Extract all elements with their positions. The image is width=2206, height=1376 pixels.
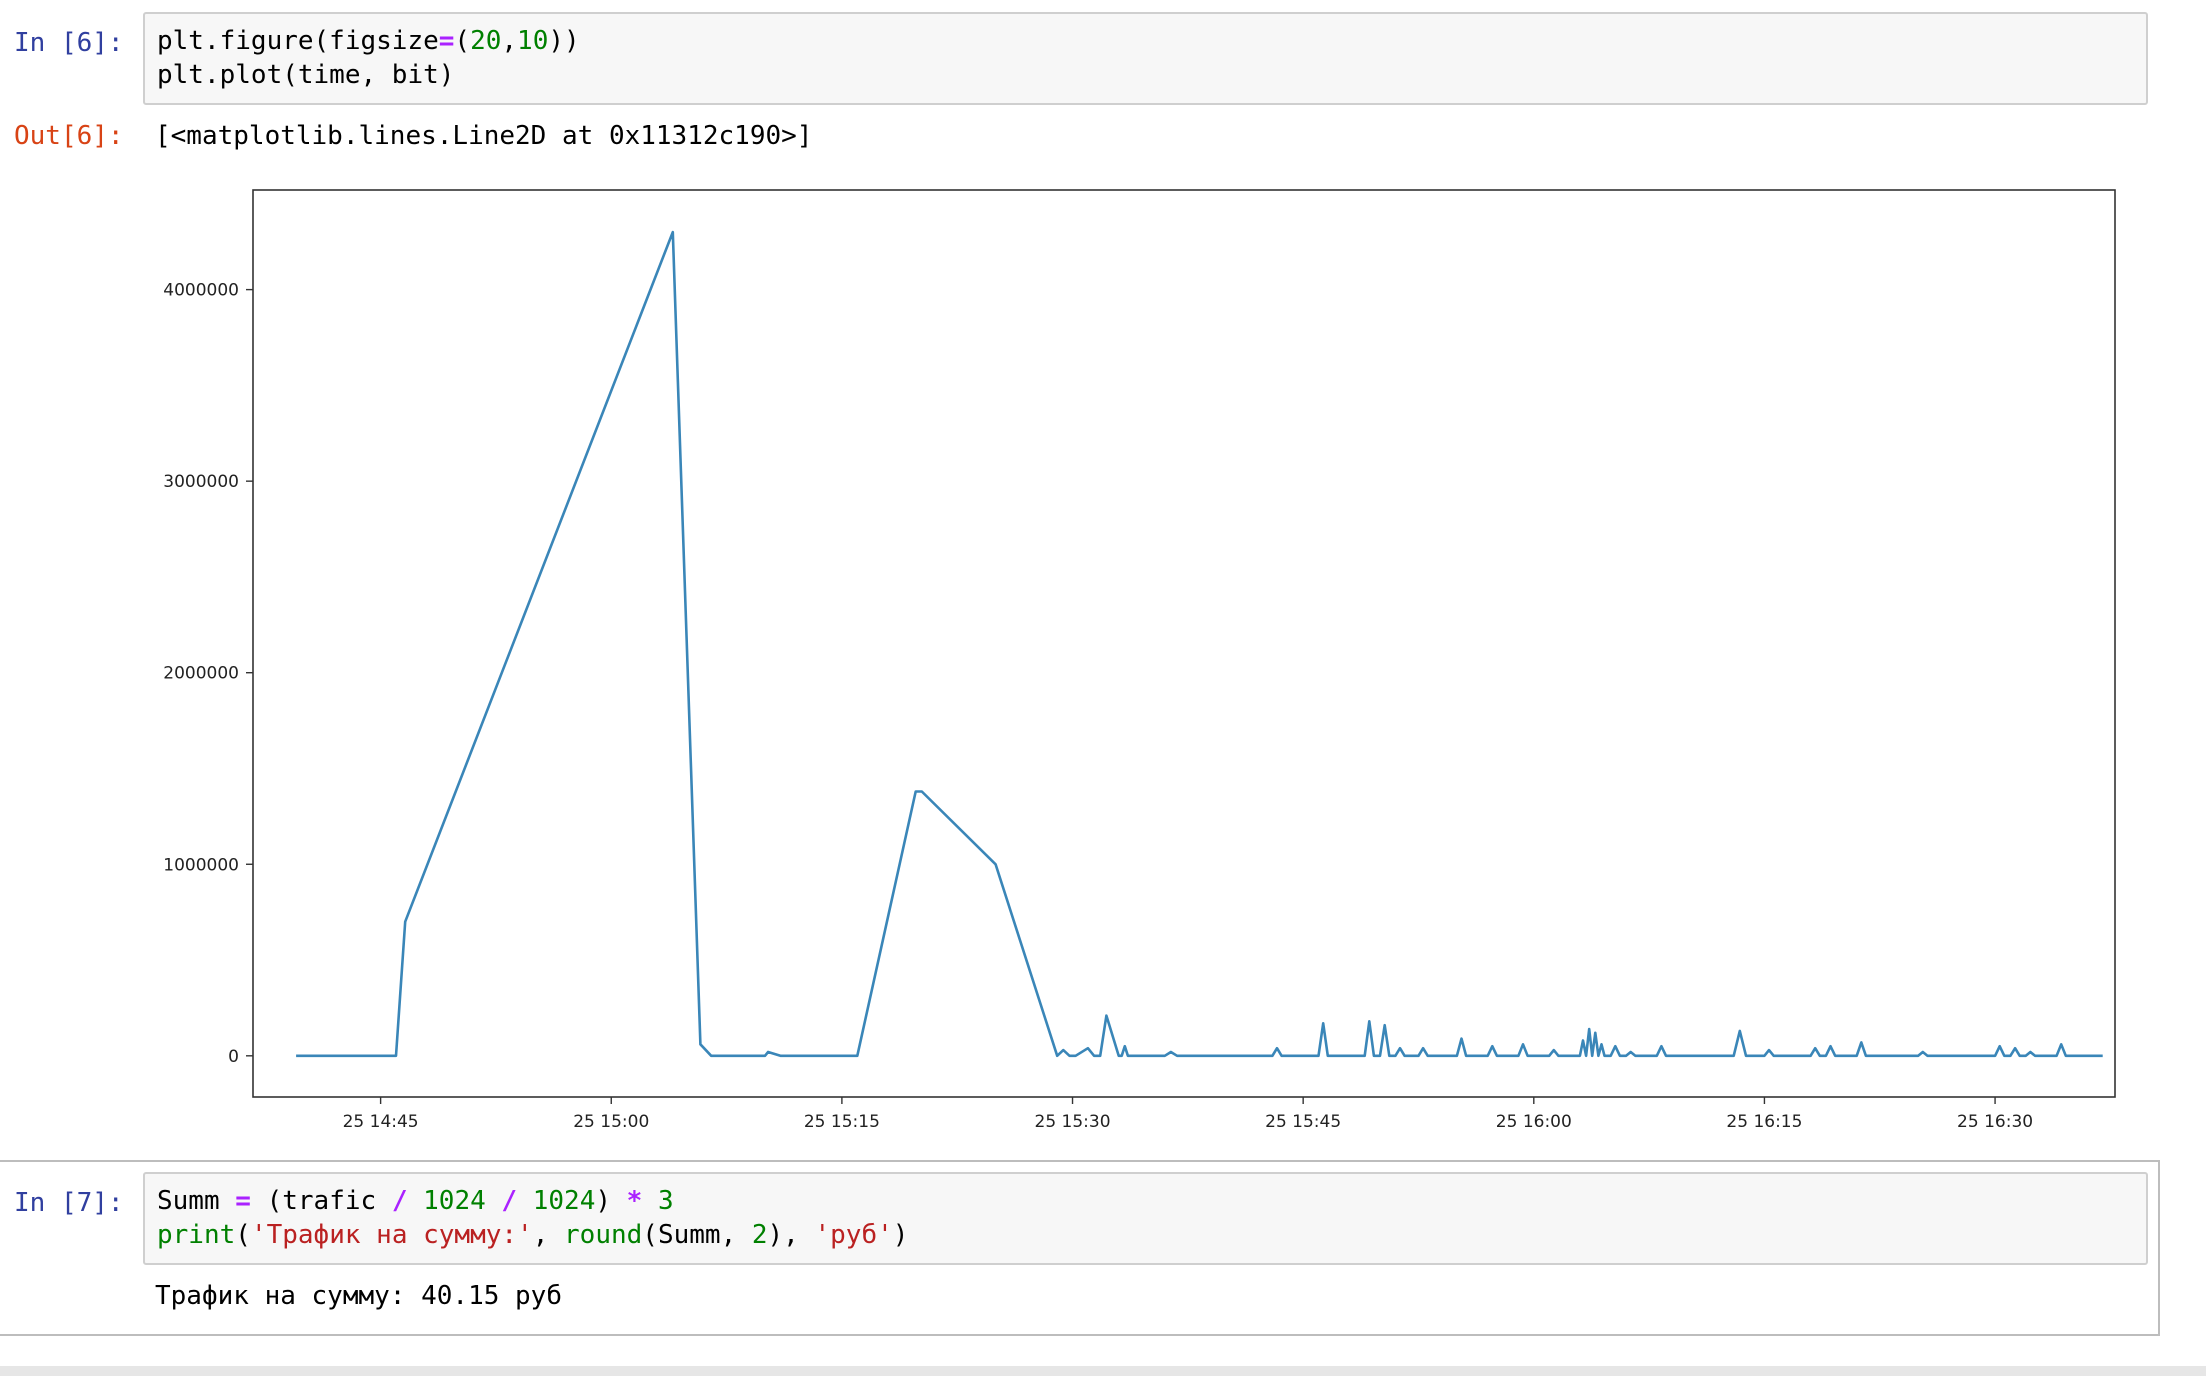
code-token: ) [892,1220,909,1250]
code-token: (trafic [250,1186,392,1216]
x-tick-label: 25 15:30 [1035,1112,1111,1132]
code-token: , [532,1220,565,1250]
line-chart: 0 1000000 2000000 3000000 4000000 25 14:45 25 … [163,189,2116,1132]
code-token: ), [767,1220,815,1250]
code-token: * [626,1186,643,1216]
plot-frame [252,189,2116,1098]
code-token: ( [235,1220,251,1250]
notebook-bottom-bar [0,1366,2206,1376]
code-token: print [157,1220,236,1250]
code-line-1: Summ = (trafic / 1024 / 1024) * 3 [157,1184,2134,1218]
code-token: (Summ, [642,1220,752,1250]
x-tick-label: 25 15:15 [804,1112,880,1132]
y-tick-label: 1000000 [163,855,239,875]
code-token: 2 [751,1220,768,1250]
x-tick-label: 25 16:00 [1496,1112,1572,1132]
code-token: 3 [657,1186,674,1216]
x-tick-label: 25 16:30 [1957,1112,2033,1132]
code-token: 'Трафик на сумму:' [250,1220,533,1250]
data-series-line [296,230,2103,1058]
code-token: ) [595,1186,627,1216]
y-tick-label: 3000000 [163,472,239,492]
y-tick-label: 4000000 [163,281,239,301]
code-token: 1024 [532,1186,596,1216]
code-token: / [391,1186,408,1216]
code-line-2: print('Трафик на сумму:', round(Summ, 2)… [157,1218,2134,1252]
print-output-7: Трафик на сумму: 40.15 руб [155,1281,562,1311]
x-tick-label: 25 15:45 [1265,1112,1341,1132]
code-token: 'руб' [814,1220,893,1250]
x-tick-label: 25 16:15 [1726,1112,1802,1132]
code-token: 1024 [423,1186,486,1216]
code-cell-7[interactable]: Summ = (trafic / 1024 / 1024) * 3 print(… [143,1172,2148,1265]
code-token: Summ [157,1186,236,1216]
y-tick-label: 2000000 [163,664,239,684]
x-tick-label: 25 15:00 [573,1112,649,1132]
code-token: round [564,1220,643,1250]
input-prompt-7: In [7]: [14,1188,124,1218]
y-tick-label: 0 [228,1047,239,1067]
x-tick-label: 25 14:45 [343,1112,419,1132]
code-token: = [235,1186,251,1216]
code-token: / [501,1186,518,1216]
